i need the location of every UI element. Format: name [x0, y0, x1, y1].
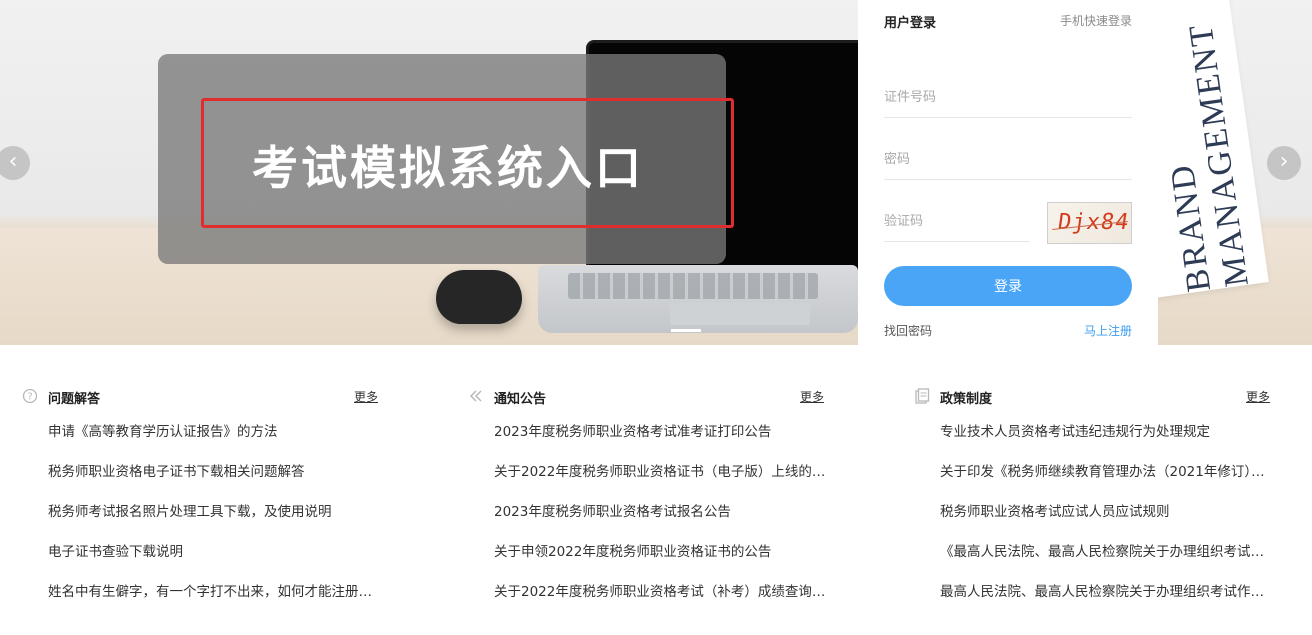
forgot-password-link[interactable]: 找回密码 [884, 322, 932, 339]
captcha-image[interactable]: Djx84 [1047, 202, 1132, 244]
notice-title: 通知公告 [494, 392, 547, 407]
laptop-base [538, 265, 858, 333]
policy-list: 专业技术人员资格考试违纪违规行为处理规定 关于印发《税务师继续教育管理办法（20… [914, 412, 1274, 612]
login-panel: 用户登录 手机快速登录 Djx84 登录 找回密码 马上注册 [858, 0, 1158, 345]
carousel-next-button[interactable]: › [1267, 146, 1301, 180]
laptop-keyboard [568, 273, 818, 299]
list-item[interactable]: 2023年度税务师职业资格考试准考证打印公告 [468, 412, 828, 452]
faq-list: 申请《高等教育学历认证报告》的方法 税务师职业资格电子证书下载相关问题解答 税务… [22, 412, 382, 612]
notice-section: 通知公告 更多 2023年度税务师职业资格考试准考证打印公告 关于2022年度税… [468, 380, 828, 612]
list-item[interactable]: 税务师考试报名照片处理工具下载，及使用说明 [22, 492, 382, 532]
list-item[interactable]: 电子证书查验下载说明 [22, 532, 382, 572]
list-item[interactable]: 关于2022年度税务师职业资格考试（补考）成绩查询的公告 [468, 572, 828, 612]
hero-banner[interactable]: BRAND MANAGEMENT 考试模拟系统入口 ‹ › 用户登录 手机快速登… [0, 0, 1312, 345]
document-icon [914, 388, 930, 404]
notice-more-link[interactable]: 更多 [800, 388, 824, 405]
list-item[interactable]: 姓名中有生僻字，有一个字打不出来，如何才能注册成功？ [22, 572, 382, 612]
id-number-input[interactable] [884, 78, 1132, 118]
svg-text:?: ? [27, 392, 32, 403]
list-item[interactable]: 关于印发《税务师继续教育管理办法（2021年修订）》的通知 [914, 452, 1274, 492]
list-item[interactable]: 最高人民法院、最高人民检察院关于办理组织考试作弊等刑事案件适用法律若干问题的解释 [914, 572, 1274, 612]
faq-section: ? 问题解答 更多 申请《高等教育学历认证报告》的方法 税务师职业资格电子证书下… [22, 380, 382, 612]
list-item[interactable]: 税务师职业资格电子证书下载相关问题解答 [22, 452, 382, 492]
list-item[interactable]: 税务师职业资格考试应试人员应试规则 [914, 492, 1274, 532]
list-item[interactable]: 《最高人民法院、最高人民检察院关于办理组织考试作弊等刑事案件适用法律若干问题的解… [914, 532, 1274, 572]
phone-quick-login-link[interactable]: 手机快速登录 [1060, 12, 1132, 29]
policy-section: 政策制度 更多 专业技术人员资格考试违纪违规行为处理规定 关于印发《税务师继续教… [914, 380, 1274, 612]
mouse-image [436, 270, 522, 324]
captcha-input[interactable] [884, 202, 1030, 242]
faq-header: ? 问题解答 更多 [22, 380, 382, 412]
notice-list: 2023年度税务师职业资格考试准考证打印公告 关于2022年度税务师职业资格证书… [468, 412, 828, 612]
password-input[interactable] [884, 140, 1132, 180]
question-icon: ? [22, 388, 38, 404]
login-button[interactable]: 登录 [884, 266, 1132, 306]
carousel-prev-button[interactable]: ‹ [0, 146, 30, 180]
faq-title: 问题解答 [48, 392, 101, 407]
register-link[interactable]: 马上注册 [1084, 322, 1132, 339]
list-item[interactable]: 2023年度税务师职业资格考试报名公告 [468, 492, 828, 532]
list-item[interactable]: 申请《高等教育学历认证报告》的方法 [22, 412, 382, 452]
faq-more-link[interactable]: 更多 [354, 388, 378, 405]
carousel-indicator[interactable] [671, 329, 701, 332]
policy-header: 政策制度 更多 [914, 380, 1274, 412]
list-item[interactable]: 关于2022年度税务师职业资格证书（电子版）上线的公告 [468, 452, 828, 492]
list-item[interactable]: 专业技术人员资格考试违纪违规行为处理规定 [914, 412, 1274, 452]
double-chevron-icon [468, 388, 484, 404]
login-title: 用户登录 [884, 16, 937, 31]
notice-header: 通知公告 更多 [468, 380, 828, 412]
banner-title[interactable]: 考试模拟系统入口 [252, 132, 644, 198]
policy-title: 政策制度 [940, 392, 993, 407]
laptop-trackpad [670, 303, 810, 325]
list-item[interactable]: 关于申领2022年度税务师职业资格证书的公告 [468, 532, 828, 572]
policy-more-link[interactable]: 更多 [1246, 388, 1270, 405]
